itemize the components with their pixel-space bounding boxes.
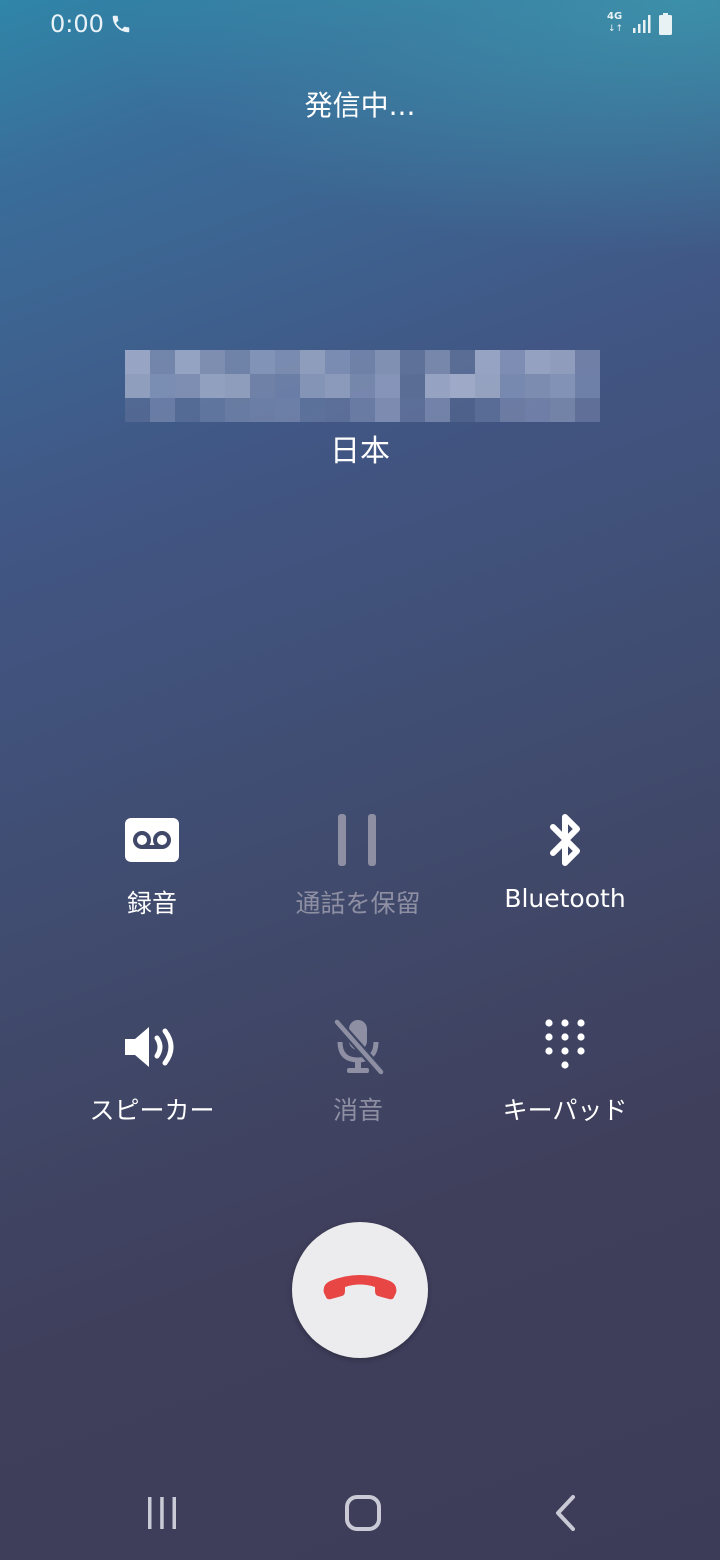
- redaction-pixel: [325, 374, 350, 398]
- redaction-pixel: [400, 398, 425, 422]
- redaction-pixel: [275, 350, 300, 374]
- redaction-pixel: [375, 350, 400, 374]
- redaction-pixel: [225, 350, 250, 374]
- keypad-button[interactable]: キーパッド: [465, 1017, 665, 1127]
- end-call-button[interactable]: [292, 1222, 428, 1358]
- redaction-pixel: [500, 398, 525, 422]
- redaction-pixel: [325, 398, 350, 422]
- redaction-pixel: [300, 398, 325, 422]
- redaction-pixel: [250, 350, 275, 374]
- redaction-pixel: [500, 350, 525, 374]
- redaction-pixel: [575, 350, 600, 374]
- redaction-pixel: [425, 350, 450, 374]
- redaction-pixel: [525, 350, 550, 374]
- redaction-pixel: [425, 398, 450, 422]
- call-state: 発信中...: [304, 89, 416, 122]
- redaction-pixel: [450, 350, 475, 374]
- home-icon: [344, 1494, 382, 1536]
- redaction-pixel: [225, 374, 250, 398]
- hold-label: 通話を保留: [295, 889, 421, 918]
- mute-button[interactable]: 消音: [258, 1017, 458, 1127]
- redaction-pixel: [275, 398, 300, 422]
- redaction-pixel: [150, 350, 175, 374]
- redaction-pixel: [200, 350, 225, 374]
- mic-off-icon: [258, 1017, 458, 1077]
- redacted-phone-number: [125, 350, 600, 422]
- redaction-pixel: [525, 398, 550, 422]
- redaction-pixel: [500, 374, 525, 398]
- record-button[interactable]: 録音: [52, 810, 252, 920]
- voicemail-icon: [52, 810, 252, 870]
- redaction-pixel: [250, 374, 275, 398]
- data-arrows: ↓↑: [608, 24, 624, 34]
- redaction-pixel: [150, 398, 175, 422]
- redaction-pixel: [150, 374, 175, 398]
- network-type: 4G: [607, 11, 623, 22]
- home-button[interactable]: [333, 1490, 393, 1540]
- redaction-pixel: [475, 350, 500, 374]
- redaction-pixel: [375, 398, 400, 422]
- redaction-pixel: [575, 374, 600, 398]
- navigation-bar: [0, 1470, 720, 1560]
- status-time: 0:00: [50, 10, 104, 38]
- redaction-pixel: [125, 350, 150, 374]
- redaction-pixel: [300, 374, 325, 398]
- redaction-pixel: [200, 374, 225, 398]
- redaction-pixel: [175, 350, 200, 374]
- redaction-pixel: [550, 374, 575, 398]
- phone-icon: [110, 13, 132, 39]
- recents-button[interactable]: [132, 1490, 192, 1540]
- hold-button[interactable]: 通話を保留: [258, 810, 458, 920]
- redaction-pixel: [400, 374, 425, 398]
- redaction-pixel: [300, 350, 325, 374]
- speaker-button[interactable]: スピーカー: [52, 1017, 252, 1127]
- dialpad-icon: [465, 1017, 665, 1077]
- record-label: 録音: [126, 889, 177, 918]
- speaker-label: スピーカー: [89, 1096, 215, 1125]
- redaction-pixel: [550, 398, 575, 422]
- signal-icon: [632, 14, 652, 38]
- back-button[interactable]: [535, 1490, 595, 1540]
- speaker-icon: [52, 1017, 252, 1077]
- redaction-pixel: [125, 374, 150, 398]
- redaction-pixel: [175, 398, 200, 422]
- redaction-pixel: [275, 374, 300, 398]
- redaction-pixel: [350, 350, 375, 374]
- redaction-pixel: [550, 350, 575, 374]
- redaction-pixel: [125, 398, 150, 422]
- status-bar: 0:00 4G ↓↑: [0, 0, 720, 50]
- call-country: 日本: [330, 434, 390, 469]
- redaction-pixel: [175, 374, 200, 398]
- redaction-pixel: [350, 398, 375, 422]
- pause-icon: [258, 810, 458, 870]
- bluetooth-label: Bluetooth: [504, 884, 626, 913]
- keypad-label: キーパッド: [502, 1096, 628, 1125]
- mute-label: 消音: [332, 1096, 383, 1125]
- redaction-pixel: [400, 350, 425, 374]
- back-icon: [553, 1494, 577, 1536]
- bluetooth-button[interactable]: Bluetooth: [465, 810, 665, 913]
- battery-icon: [659, 13, 672, 39]
- redaction-pixel: [425, 374, 450, 398]
- redaction-pixel: [200, 398, 225, 422]
- redaction-pixel: [475, 398, 500, 422]
- redaction-pixel: [225, 398, 250, 422]
- redaction-pixel: [250, 398, 275, 422]
- redaction-pixel: [325, 350, 350, 374]
- redaction-pixel: [575, 398, 600, 422]
- redaction-pixel: [475, 374, 500, 398]
- redaction-pixel: [350, 374, 375, 398]
- recents-icon: [145, 1496, 179, 1534]
- redaction-pixel: [525, 374, 550, 398]
- redaction-pixel: [450, 398, 475, 422]
- bluetooth-icon: [465, 810, 665, 870]
- redaction-pixel: [375, 374, 400, 398]
- redaction-pixel: [450, 374, 475, 398]
- end-call-icon: [320, 1271, 400, 1309]
